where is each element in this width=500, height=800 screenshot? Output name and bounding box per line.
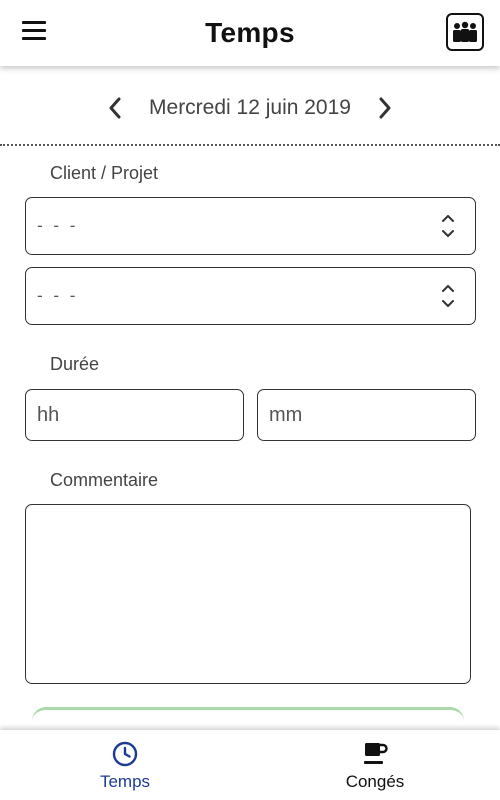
date-navigator: Mercredi 12 juin 2019 (0, 88, 500, 128)
client-project-label: Client / Projet (50, 163, 159, 183)
tab-temps[interactable]: Temps (0, 730, 250, 800)
current-date: Mercredi 12 juin 2019 (149, 96, 351, 119)
select-arrows-icon (442, 285, 454, 307)
tab-temps-label: Temps (99, 772, 151, 791)
coffee-cup-icon (364, 743, 388, 764)
submit-button[interactable] (32, 707, 464, 730)
client-select-value: - - - (37, 216, 79, 235)
hours-input[interactable] (25, 389, 244, 441)
comment-textarea[interactable] (25, 504, 471, 684)
chevron-left-icon[interactable] (103, 96, 127, 120)
tab-conges-label: Congés (345, 772, 405, 791)
comment-label: Commentaire (50, 470, 159, 490)
tab-conges[interactable]: Congés (250, 730, 500, 800)
app-header: Temps (0, 0, 500, 66)
minutes-input[interactable] (257, 389, 476, 441)
select-arrows-icon (442, 215, 454, 237)
clock-icon (112, 741, 138, 767)
time-entry-form: Mercredi 12 juin 2019 Client / Projet - … (0, 66, 500, 730)
bottom-navigation: Temps Congés (0, 730, 500, 800)
duration-label: Durée (50, 354, 100, 374)
hamburger-menu-icon[interactable] (22, 21, 46, 41)
divider (0, 144, 500, 146)
chevron-right-icon[interactable] (373, 96, 397, 120)
project-select-value: - - - (37, 286, 79, 305)
page-title: Temps (205, 17, 295, 48)
client-select[interactable]: - - - (25, 197, 476, 255)
project-select[interactable]: - - - (25, 267, 476, 325)
team-logo-icon[interactable] (446, 13, 484, 51)
